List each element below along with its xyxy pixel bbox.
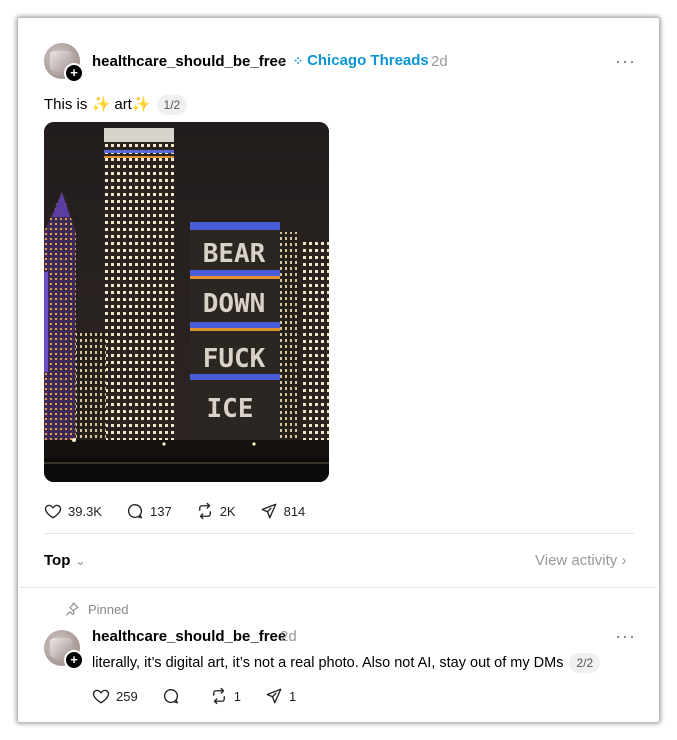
repost-button[interactable]: 1 (210, 687, 241, 705)
divider (20, 587, 657, 588)
pin-icon (66, 602, 79, 616)
avatar[interactable]: + (44, 630, 84, 670)
pinned-label: Pinned (88, 601, 129, 617)
chevron-right-icon: › (278, 53, 283, 70)
sign-line-1: BEAR (203, 239, 266, 269)
reply-count: 137 (149, 503, 172, 519)
community-label: Chicago Threads (307, 52, 429, 69)
share-count: 1 (288, 688, 297, 704)
community-link[interactable]: ⁘ Chicago Threads (293, 52, 429, 69)
thread-card: + healthcare_should_be_free › ⁘ Chicago T… (20, 20, 657, 720)
reply-button[interactable]: 137 (126, 502, 172, 520)
more-options-button[interactable]: ··· (615, 51, 636, 72)
repost-icon (212, 687, 225, 705)
reply-text: literally, it’s digital art, it’s not a … (92, 654, 564, 671)
post-age: 2d (431, 53, 448, 70)
heart-icon (92, 689, 110, 704)
reply-actions: 259 1 1 (92, 687, 320, 705)
more-options-button[interactable]: ··· (615, 626, 636, 647)
reply-age: 2d (280, 628, 297, 645)
pinned-indicator: Pinned (64, 601, 128, 617)
post-actions: 39.3K 137 2K 814 (44, 502, 329, 520)
post-username[interactable]: healthcare_should_be_free (92, 53, 286, 70)
comment-icon (127, 503, 143, 519)
comment-icon (163, 688, 178, 704)
like-button[interactable]: 259 (92, 687, 138, 705)
share-button[interactable]: 814 (260, 502, 306, 520)
post-text-row: This is ✨ art✨ 1/2 (44, 95, 188, 116)
post-text: This is ✨ art✨ (44, 96, 151, 113)
sort-dropdown[interactable]: Top ⌄ (44, 552, 85, 569)
like-count: 259 (116, 688, 138, 704)
follow-plus-icon[interactable]: + (64, 63, 84, 83)
community-icon: ⁘ (293, 54, 304, 68)
view-activity-label: View activity (535, 552, 618, 569)
sign-line-4: ICE (207, 394, 254, 424)
repost-count: 1 (233, 688, 241, 704)
reply-username[interactable]: healthcare_should_be_free (92, 628, 286, 645)
heart-icon (44, 504, 62, 519)
skyline-photo: BEAR DOWN FUCK ICE (44, 122, 329, 482)
divider (44, 533, 634, 534)
repost-icon (198, 502, 211, 520)
like-button[interactable]: 39.3K (44, 502, 102, 520)
send-icon (261, 503, 277, 519)
repost-button[interactable]: 2K (196, 502, 236, 520)
reply-button[interactable] (162, 687, 186, 705)
chevron-down-icon: ⌄ (75, 554, 86, 568)
repost-count: 2K (219, 503, 236, 519)
send-icon (266, 688, 282, 704)
follow-plus-icon[interactable]: + (64, 650, 84, 670)
thread-counter: 2/2 (569, 653, 601, 673)
post-image[interactable]: BEAR DOWN FUCK ICE (44, 122, 329, 482)
share-button[interactable]: 1 (265, 687, 296, 705)
sign-line-3: FUCK (203, 344, 266, 374)
like-count: 39.3K (68, 503, 102, 519)
thread-counter: 1/2 (156, 95, 188, 116)
sort-label: Top (44, 552, 71, 569)
avatar[interactable]: + (44, 43, 84, 83)
view-activity-link[interactable]: View activity › (535, 552, 626, 569)
reply-text-row: literally, it’s digital art, it’s not a … (92, 653, 601, 673)
share-count: 814 (283, 503, 306, 519)
sign-line-2: DOWN (203, 289, 266, 319)
chevron-right-icon: › (621, 552, 627, 569)
